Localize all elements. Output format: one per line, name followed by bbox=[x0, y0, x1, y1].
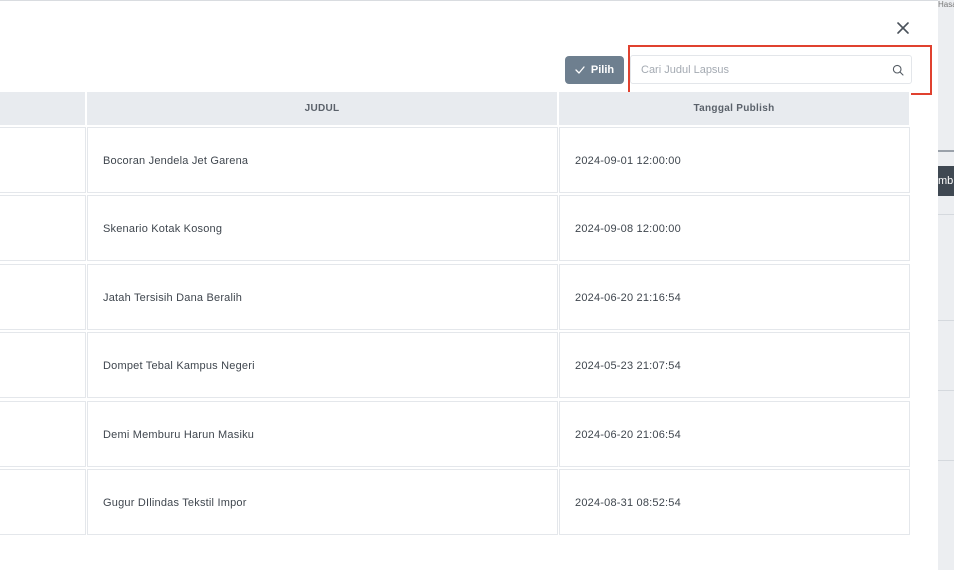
tanggal-cell: 2024-09-08 12:00:00 bbox=[559, 195, 910, 261]
table-header: JUDUL Tanggal Publish bbox=[0, 92, 911, 125]
background-page: Hasan Bas mb bbox=[938, 0, 954, 570]
row-select-cell[interactable] bbox=[0, 264, 86, 330]
judul-cell: Bocoran Jendela Jet Garena bbox=[87, 127, 558, 193]
table-row[interactable]: Gugur DIlindas Tekstil Impor 2024-08-31 … bbox=[0, 467, 911, 535]
background-button: mb bbox=[938, 166, 954, 196]
header-divider bbox=[909, 92, 911, 125]
tanggal-cell: 2024-05-23 21:07:54 bbox=[559, 332, 910, 398]
judul-cell: Gugur DIlindas Tekstil Impor bbox=[87, 469, 558, 535]
tanggal-cell: 2024-08-31 08:52:54 bbox=[559, 469, 910, 535]
search-field bbox=[630, 55, 912, 84]
search-icon[interactable] bbox=[892, 64, 904, 76]
close-icon bbox=[897, 22, 909, 34]
background-button-label: mb bbox=[938, 175, 954, 187]
tanggal-cell: 2024-09-01 12:00:00 bbox=[559, 127, 910, 193]
row-select-cell[interactable] bbox=[0, 332, 86, 398]
background-row-line bbox=[938, 390, 954, 391]
tanggal-cell: 2024-06-20 21:06:54 bbox=[559, 401, 910, 467]
judul-cell: Demi Memburu Harun Masiku bbox=[87, 401, 558, 467]
row-select-cell[interactable] bbox=[0, 469, 86, 535]
judul-cell: Dompet Tebal Kampus Negeri bbox=[87, 332, 558, 398]
background-row-line bbox=[938, 320, 954, 321]
pilih-button-label: Pilih bbox=[590, 64, 615, 76]
row-select-cell[interactable] bbox=[0, 401, 86, 467]
close-button[interactable] bbox=[893, 18, 913, 38]
background-top-text: Hasan Bas bbox=[938, 0, 954, 8]
background-row-line bbox=[938, 214, 954, 215]
table-row[interactable]: Bocoran Jendela Jet Garena 2024-09-01 12… bbox=[0, 125, 911, 193]
column-header-judul[interactable]: JUDUL bbox=[87, 92, 557, 125]
table-row[interactable]: Demi Memburu Harun Masiku 2024-06-20 21:… bbox=[0, 399, 911, 467]
judul-cell: Skenario Kotak Kosong bbox=[87, 195, 558, 261]
background-row-line bbox=[938, 460, 954, 461]
table-row[interactable]: Skenario Kotak Kosong 2024-09-08 12:00:0… bbox=[0, 193, 911, 261]
check-icon bbox=[575, 66, 585, 74]
table-row[interactable]: Jatah Tersisih Dana Beralih 2024-06-20 2… bbox=[0, 262, 911, 330]
background-divider bbox=[938, 150, 954, 152]
row-select-cell[interactable] bbox=[0, 195, 86, 261]
lapsus-picker-modal: Pilih JUDUL Tanggal Publish Bocoran Jend… bbox=[0, 0, 938, 570]
pilih-button[interactable]: Pilih bbox=[565, 56, 624, 84]
row-select-cell[interactable] bbox=[0, 127, 86, 193]
column-header-select bbox=[0, 92, 86, 125]
search-input[interactable] bbox=[641, 56, 881, 83]
table-row[interactable]: Dompet Tebal Kampus Negeri 2024-05-23 21… bbox=[0, 330, 911, 398]
column-header-tanggal-publish[interactable]: Tanggal Publish bbox=[559, 92, 909, 125]
judul-cell: Jatah Tersisih Dana Beralih bbox=[87, 264, 558, 330]
tanggal-cell: 2024-06-20 21:16:54 bbox=[559, 264, 910, 330]
